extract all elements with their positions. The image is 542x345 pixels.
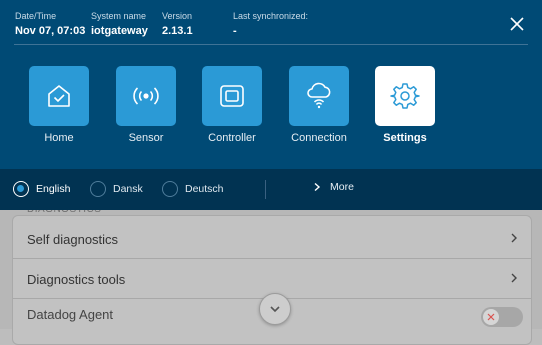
tile-sensor[interactable] bbox=[116, 66, 176, 126]
info-datetime: Date/Time Nov 07, 07:03 bbox=[15, 11, 85, 37]
navigation-tiles: Home Sensor Controller Connection Settin… bbox=[0, 66, 542, 156]
cloud-connection-icon bbox=[307, 82, 331, 109]
radio-circle bbox=[13, 181, 29, 197]
tile-sensor-label: Sensor bbox=[128, 132, 164, 144]
info-last-synchronized: Last synchronized: - bbox=[233, 11, 308, 37]
last-synchronized-label: Last synchronized: bbox=[233, 11, 309, 21]
language-option-label: Dansk bbox=[113, 183, 143, 195]
tile-settings[interactable] bbox=[375, 66, 435, 126]
info-divider bbox=[14, 44, 528, 45]
controller-icon bbox=[220, 85, 244, 107]
version-label: Version bbox=[162, 11, 193, 21]
list-item-label: Self diagnostics bbox=[27, 232, 119, 247]
list-item-label: Datadog Agent bbox=[27, 307, 114, 322]
radio-circle bbox=[90, 181, 106, 197]
chevron-right-icon bbox=[511, 233, 517, 243]
list-item-self-diagnostics[interactable]: Self diagnostics bbox=[13, 219, 531, 259]
tile-connection[interactable] bbox=[289, 66, 349, 126]
language-bar-divider bbox=[265, 180, 266, 199]
tile-settings-label: Settings bbox=[383, 132, 427, 144]
gear-icon bbox=[390, 83, 420, 109]
chevron-down-icon bbox=[270, 306, 280, 313]
toggle-knob bbox=[483, 309, 499, 325]
close-icon bbox=[510, 17, 524, 31]
chevron-right-icon bbox=[511, 273, 517, 283]
datetime-value: Nov 07, 07:03 bbox=[15, 25, 86, 37]
language-option-label: Deutsch bbox=[185, 183, 224, 195]
more-languages-button[interactable]: More bbox=[313, 181, 354, 193]
tile-home[interactable] bbox=[29, 66, 89, 126]
close-button[interactable] bbox=[506, 13, 528, 35]
more-languages-label: More bbox=[330, 181, 354, 193]
home-icon bbox=[48, 85, 70, 107]
system-name-label: System name bbox=[91, 11, 147, 21]
datadog-agent-toggle[interactable] bbox=[481, 307, 523, 327]
tile-home-label: Home bbox=[44, 132, 74, 144]
tile-connection-label: Connection bbox=[291, 132, 347, 144]
scroll-down-button[interactable] bbox=[259, 293, 291, 325]
language-option-english[interactable]: English bbox=[13, 180, 70, 198]
radio-circle bbox=[162, 181, 178, 197]
info-version: Version 2.13.1 bbox=[162, 11, 193, 37]
system-info-bar: Date/Time Nov 07, 07:03 System name iotg… bbox=[0, 0, 542, 45]
language-option-dansk[interactable]: Dansk bbox=[90, 180, 143, 198]
language-option-deutsch[interactable]: Deutsch bbox=[162, 180, 224, 198]
list-item-label: Diagnostics tools bbox=[27, 272, 126, 287]
datetime-label: Date/Time bbox=[15, 11, 57, 21]
info-system-name: System name iotgateway bbox=[91, 11, 148, 37]
close-icon bbox=[487, 313, 495, 321]
system-name-value: iotgateway bbox=[91, 25, 148, 37]
chevron-right-icon bbox=[314, 182, 321, 192]
language-bar: English Dansk Deutsch More bbox=[0, 169, 542, 210]
language-option-label: English bbox=[36, 183, 71, 195]
diagnostics-card: Self diagnostics Diagnostics tools Datad… bbox=[12, 215, 532, 345]
navigation-overlay-panel: Date/Time Nov 07, 07:03 System name iotg… bbox=[0, 0, 542, 210]
sensor-icon bbox=[133, 87, 159, 105]
tile-controller-label: Controller bbox=[208, 132, 256, 144]
last-synchronized-value: - bbox=[233, 25, 237, 37]
tile-controller[interactable] bbox=[202, 66, 262, 126]
version-value: 2.13.1 bbox=[162, 25, 193, 37]
